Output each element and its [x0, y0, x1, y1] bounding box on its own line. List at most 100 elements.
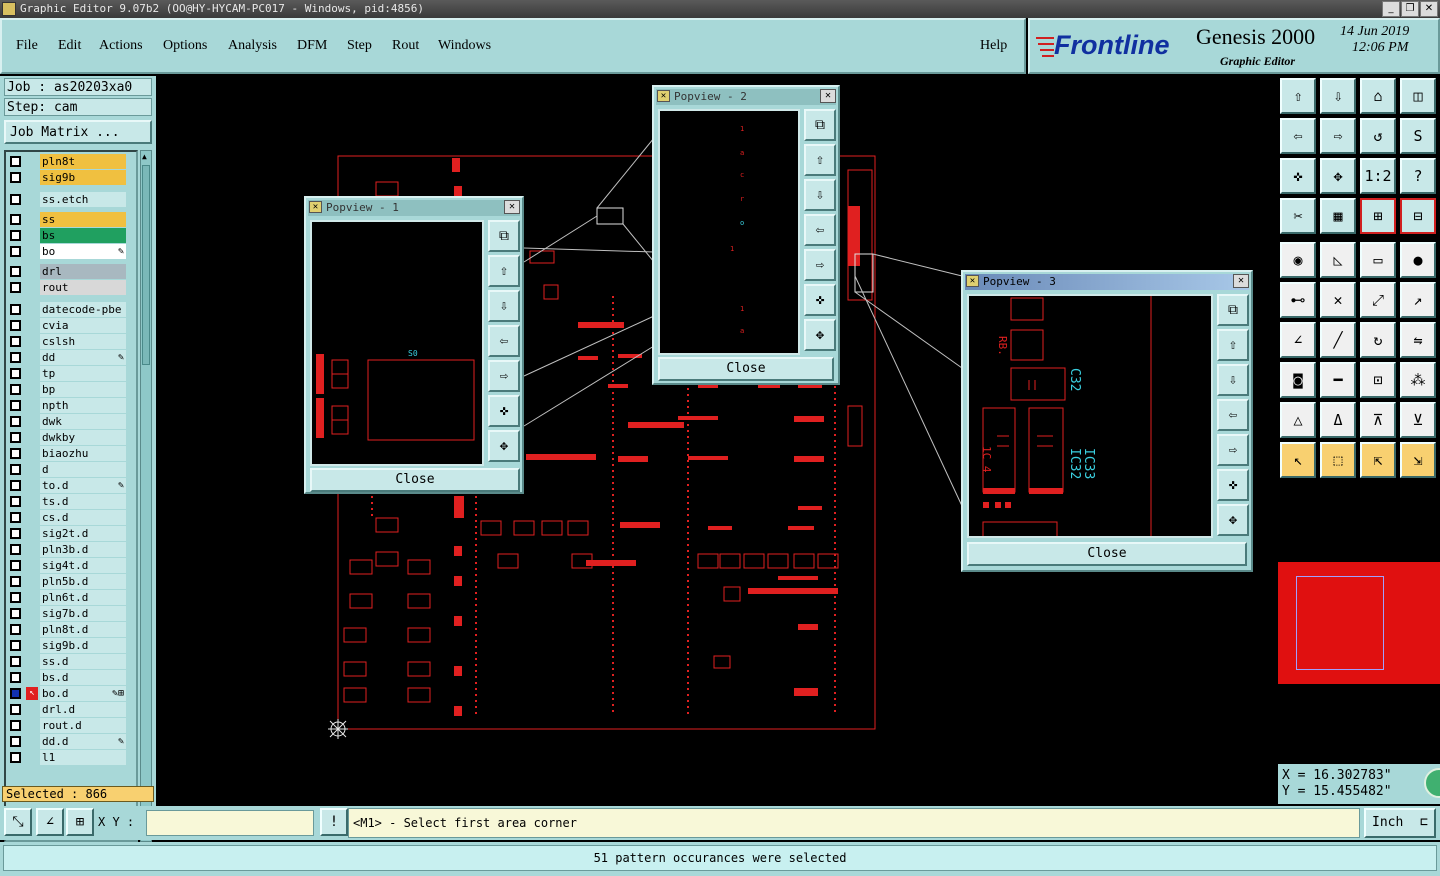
layer-row[interactable]: sig4t.d [6, 558, 128, 573]
layer-label[interactable]: sig9b.d [40, 638, 126, 653]
popview-1-close-button[interactable]: Close [310, 468, 520, 492]
zoom-in-icon[interactable]: ✜ [1280, 158, 1316, 194]
home-down-icon[interactable]: ⇩ [1320, 78, 1356, 114]
pan-right-icon[interactable]: ⇨ [1217, 434, 1249, 466]
layer-row[interactable]: cvia [6, 318, 128, 333]
pan-up-icon[interactable]: ⇧ [488, 255, 520, 287]
layer-row[interactable]: pln3b.d [6, 542, 128, 557]
layer-checkbox[interactable] [10, 352, 21, 363]
layer-checkbox[interactable] [10, 752, 21, 763]
layer-label[interactable]: bs [40, 228, 126, 243]
layer-checkbox[interactable] [10, 720, 21, 731]
layer-checkbox[interactable] [10, 246, 21, 257]
layer-checkbox[interactable] [10, 416, 21, 427]
layer-label[interactable]: pln8t.d [40, 622, 126, 637]
angle-icon[interactable]: ∠ [1280, 322, 1316, 358]
split-view-icon[interactable]: ◫ [1400, 78, 1436, 114]
layer-label[interactable]: ss [40, 212, 126, 227]
zoom-out-icon[interactable]: ✥ [1217, 504, 1249, 536]
layer-row[interactable]: npth [6, 398, 128, 413]
layer-checkbox[interactable] [10, 608, 21, 619]
popview-1-view[interactable]: S0 [310, 220, 484, 466]
layer-row[interactable]: sig2t.d [6, 526, 128, 541]
zoom-fit-icon[interactable]: ⧉ [488, 220, 520, 252]
layer-row[interactable]: tp [6, 366, 128, 381]
layer-label[interactable]: ss.etch [40, 192, 126, 207]
popview-3-view[interactable]: RB. 1C 4 C32 IC32 IC33 [967, 294, 1213, 539]
layer-checkbox[interactable] [10, 384, 21, 395]
home-up-icon[interactable]: ⇧ [1280, 78, 1316, 114]
layer-checkbox[interactable] [10, 512, 21, 523]
pointer-route-icon[interactable]: ⇲ [1400, 442, 1436, 478]
zoom-10-icon[interactable]: ↺ [1360, 118, 1396, 154]
layer-row[interactable]: to.d ✎ [6, 478, 128, 493]
zoom-out-icon[interactable]: ✥ [1320, 158, 1356, 194]
layer-row[interactable]: pln6t.d [6, 590, 128, 605]
popview-3-close-icon[interactable]: ✕ [1233, 274, 1249, 288]
layer-row[interactable]: sig9b.d [6, 638, 128, 653]
layer-label[interactable]: dd [40, 350, 126, 365]
snap-icon[interactable]: ⤡ [4, 808, 32, 836]
a-box-icon[interactable]: ⊼ [1360, 402, 1396, 438]
layer-checkbox[interactable] [10, 172, 21, 183]
info-button[interactable]: ! [320, 808, 348, 836]
pointer-icon[interactable]: ↖ [1280, 442, 1316, 478]
layer-row[interactable]: ↖ bo.d ✎⊞ [6, 686, 128, 701]
layer-label[interactable]: l1 [40, 750, 126, 765]
popview-3[interactable]: Popview - 3 ✕ ✕ RB. 1C 4 C32 IC32 IC33 ⧉… [961, 270, 1253, 572]
layer-label[interactable]: bo [40, 244, 126, 259]
pointer-select-icon[interactable]: ⇱ [1360, 442, 1396, 478]
layer-label[interactable]: ss.d [40, 654, 126, 669]
layer-row[interactable]: ss [6, 212, 128, 227]
menu-step[interactable]: Step [347, 38, 372, 54]
pan-right-icon[interactable]: ⇨ [488, 360, 520, 392]
a-line-icon[interactable]: ⊻ [1400, 402, 1436, 438]
layer-checkbox[interactable] [10, 282, 21, 293]
layer-checkbox[interactable] [10, 528, 21, 539]
xy-input[interactable] [146, 810, 314, 836]
layer-checkbox[interactable] [10, 266, 21, 277]
layer-row[interactable]: bs.d [6, 670, 128, 685]
layer-label[interactable]: sig2t.d [40, 526, 126, 541]
pan-down-icon[interactable]: ⇩ [804, 179, 836, 211]
layer-row[interactable]: rout.d [6, 718, 128, 733]
layer-checkbox[interactable] [10, 464, 21, 475]
layer-label[interactable]: ts.d [40, 494, 126, 509]
layer-row[interactable]: cslsh [6, 334, 128, 349]
menu-help[interactable]: Help [980, 38, 1007, 54]
line-icon[interactable]: ╱ [1320, 322, 1356, 358]
layer-label[interactable]: rout [40, 280, 126, 295]
layer-checkbox[interactable] [10, 656, 21, 667]
layer-label[interactable]: bp [40, 382, 126, 397]
layer-checkbox[interactable] [10, 320, 21, 331]
layer-label[interactable]: d [40, 462, 126, 477]
layer-row[interactable]: bp [6, 382, 128, 397]
layer-checkbox[interactable] [10, 592, 21, 603]
layer-label[interactable]: pln5b.d [40, 574, 126, 589]
popview-1-close-icon[interactable]: ✕ [504, 200, 520, 214]
connect-icon[interactable]: ⊷ [1280, 282, 1316, 318]
layers-edit-icon[interactable]: ⊟ [1400, 198, 1436, 234]
layer-label[interactable]: to.d [40, 478, 126, 493]
layer-row[interactable]: dd.d ✎ [6, 734, 128, 749]
layer-label[interactable]: rout.d [40, 718, 126, 733]
pan-right-icon[interactable]: ⇨ [1320, 118, 1356, 154]
layer-checkbox[interactable] [10, 480, 21, 491]
layer-row[interactable]: datecode-pbe [6, 302, 128, 317]
pan-up-icon[interactable]: ⇧ [804, 144, 836, 176]
popview-1-title[interactable]: Popview - 1 [308, 200, 520, 216]
popview-2[interactable]: Popview - 2 ✕ ✕ 1 a c r 1 1 a o ⧉ ⇧ ⇩ ⇦ ⇨ ✜ … [652, 85, 840, 385]
mirror-icon[interactable]: ⇋ [1400, 322, 1436, 358]
layer-row[interactable]: sig9b [6, 170, 128, 185]
layer-row[interactable]: dwk [6, 414, 128, 429]
pan-down-icon[interactable]: ⇩ [1217, 364, 1249, 396]
layers-icon[interactable]: ⊞ [1360, 198, 1396, 234]
add-arrow-icon[interactable]: ↗ [1400, 282, 1436, 318]
menu-dfm[interactable]: DFM [297, 38, 327, 54]
popview-3-title[interactable]: Popview - 3 [965, 274, 1249, 290]
layer-checkbox[interactable] [10, 400, 21, 411]
pan-left-icon[interactable]: ⇦ [1217, 399, 1249, 431]
layer-label[interactable]: cslsh [40, 334, 126, 349]
layer-checkbox[interactable] [10, 624, 21, 635]
scroll-thumb[interactable] [142, 165, 150, 365]
